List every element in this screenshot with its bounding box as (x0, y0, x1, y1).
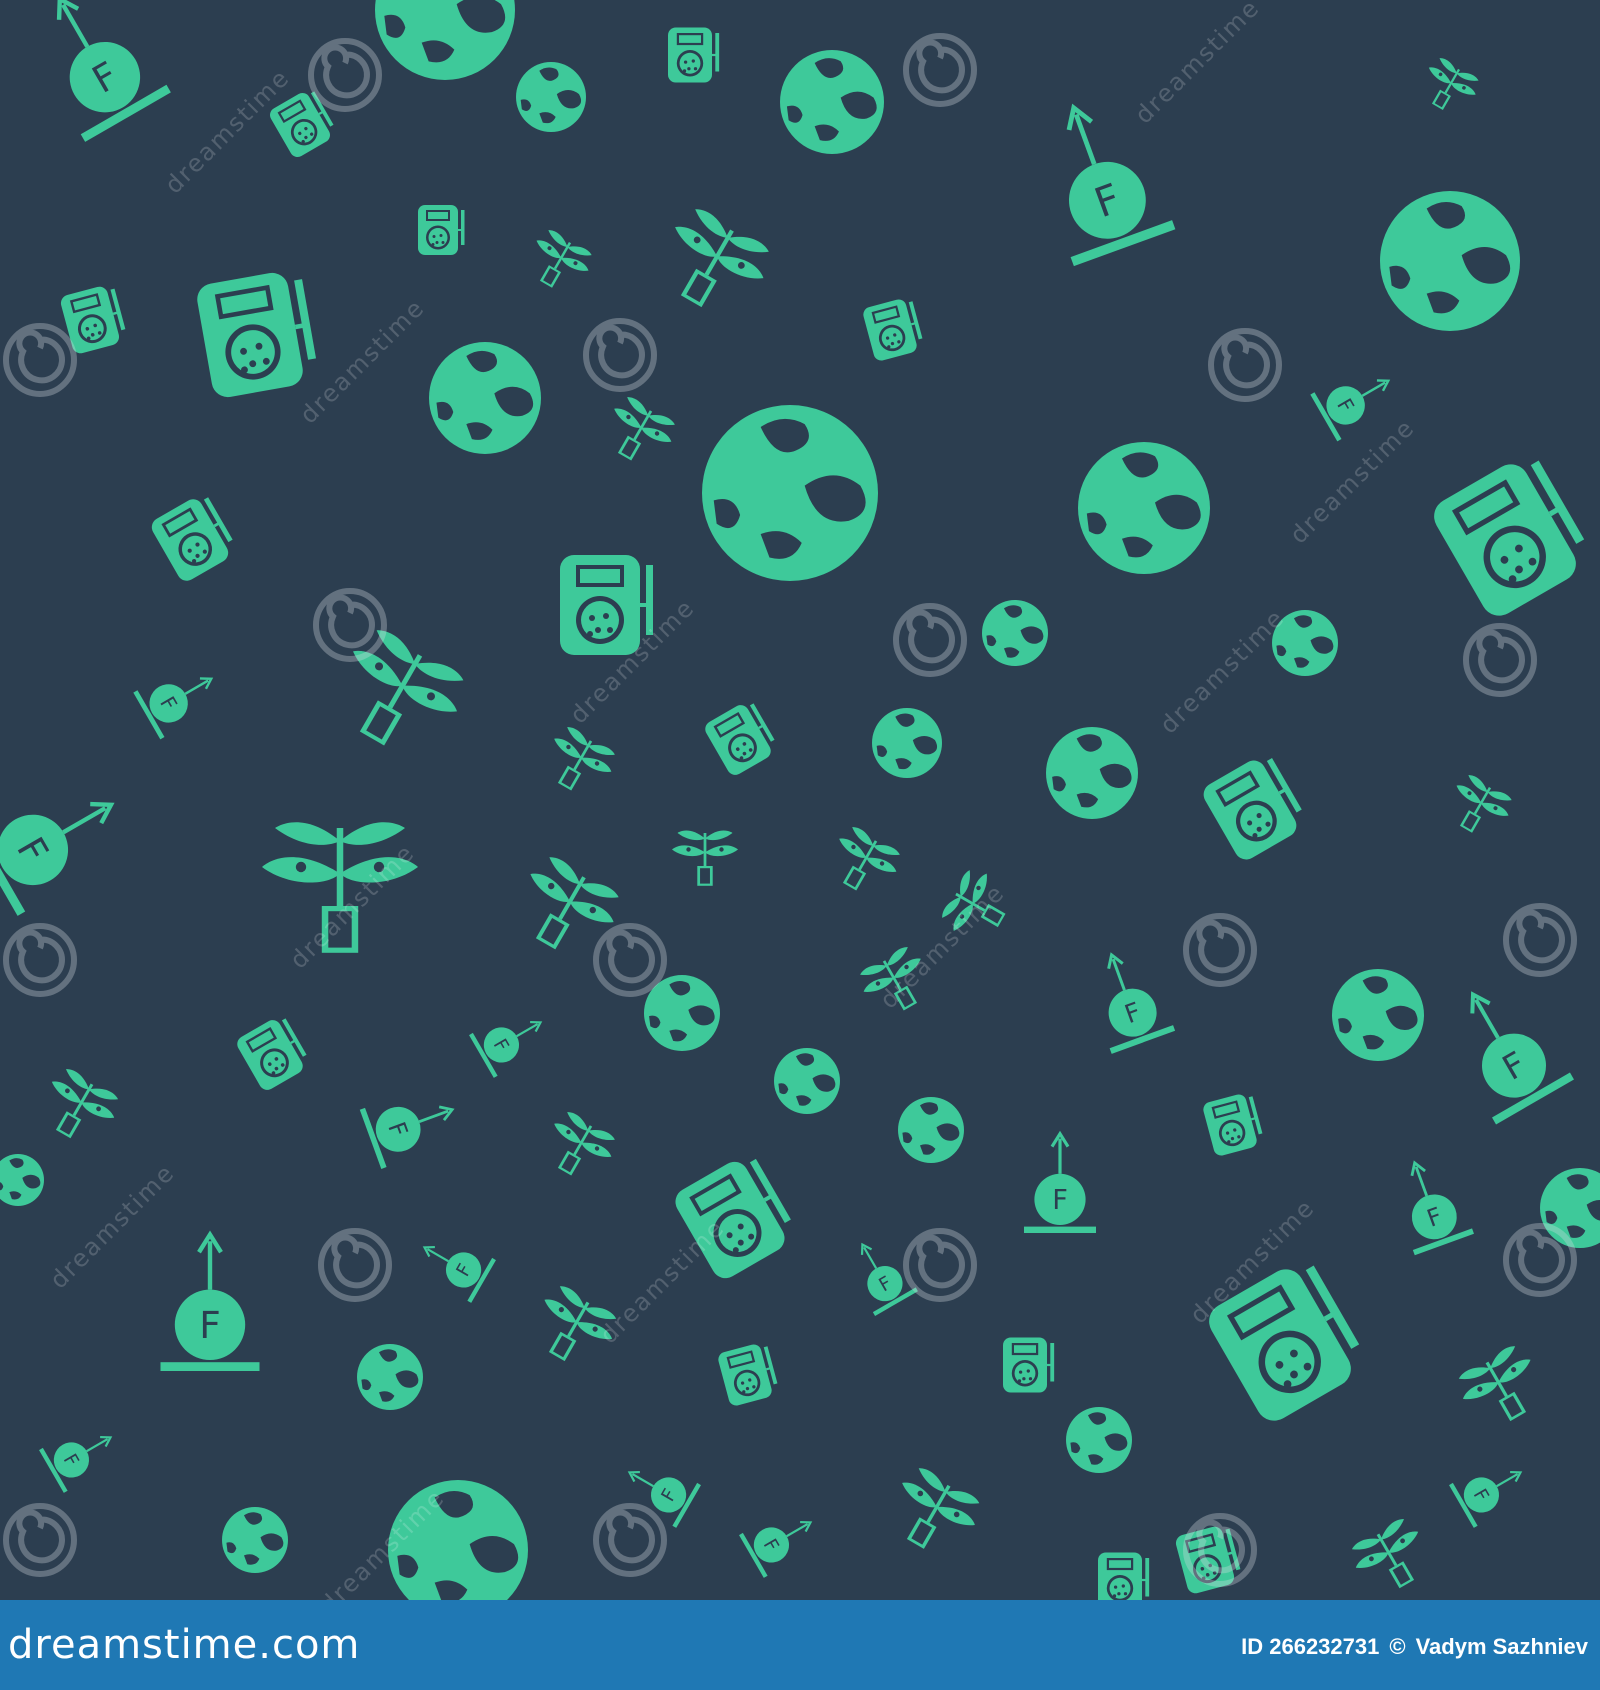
planet-globe-icon (1078, 442, 1210, 574)
dreamstime-spiral-logo (583, 318, 657, 392)
dreamstime-spiral-logo (593, 923, 667, 997)
seed-bag-icon (705, 703, 775, 775)
force-f-arrow-icon: F (422, 1245, 496, 1303)
seed-bag-icon (1003, 1337, 1055, 1393)
seed-bag-icon (863, 299, 923, 361)
seed-bag-icon (718, 1344, 778, 1406)
plant-sprout-icon (554, 1112, 615, 1176)
planet-globe-icon (1332, 969, 1424, 1061)
planet-globe-icon (375, 0, 515, 80)
plant-sprout-icon (51, 1069, 118, 1139)
icon-pattern: FFFFFFFFFFFFFFFFFFdreamstimedreamstimedr… (0, 0, 1600, 1600)
author-name[interactable]: Vadym Sazhniev (1416, 1634, 1588, 1660)
force-f-arrow-icon: F (359, 1105, 455, 1169)
dreamstime-spiral-logo (318, 1228, 392, 1302)
force-f-arrow-icon: F (133, 677, 214, 740)
image-id: ID 266232731 (1241, 1634, 1380, 1659)
dreamstime-spiral-logo (903, 33, 977, 107)
planet-globe-icon (429, 342, 541, 454)
planet-globe-icon (774, 1048, 840, 1114)
seed-bag-icon (668, 27, 720, 83)
planet-globe-icon (982, 600, 1048, 666)
watermark-text: dreamstime (594, 1213, 730, 1349)
dreamstime-spiral-logo (1503, 1223, 1577, 1297)
force-f-arrow-icon: F (739, 1520, 813, 1578)
watermark-text: dreamstime (1154, 603, 1290, 739)
dreamstime-spiral-logo (1463, 623, 1537, 697)
force-f-arrow-icon: F (1024, 1130, 1096, 1233)
force-f-arrow-icon: F (0, 801, 115, 916)
dreamstime-spiral-logo (3, 1503, 77, 1577)
footer-brand[interactable]: dreamstime.com (8, 1622, 360, 1668)
dreamstime-spiral-logo (308, 38, 382, 112)
svg-text:F: F (1052, 1185, 1068, 1216)
plant-sprout-icon (672, 830, 738, 886)
plant-sprout-icon (554, 727, 615, 791)
seamless-pattern-canvas: F F F F F F F F F F F F F F F F F Fdreamstime dreamstime dr… (0, 0, 1600, 1600)
seed-bag-icon (237, 1018, 307, 1090)
footer-bar: dreamstime.com ID 266232731 © Vadym Sazh… (0, 1600, 1600, 1690)
dreamstime-spiral-logo (313, 588, 387, 662)
dreamstime-spiral-logo (3, 923, 77, 997)
copyright-icon: © (1389, 1634, 1406, 1659)
dreamstime-spiral-logo (1208, 328, 1282, 402)
plant-sprout-icon (675, 209, 769, 308)
plant-sprout-icon (902, 1468, 980, 1549)
planet-globe-icon (872, 708, 942, 778)
plant-sprout-icon (614, 397, 675, 461)
dreamstime-spiral-logo (593, 1503, 667, 1577)
watermark-text: dreamstime (874, 878, 1010, 1014)
planet-globe-icon (1046, 727, 1138, 819)
seed-bag-icon (197, 272, 317, 398)
planet-globe-icon (702, 405, 878, 581)
plant-sprout-icon (1458, 1346, 1531, 1422)
footer-credit: ID 266232731 © Vadym Sazhniev (1241, 1634, 1588, 1660)
watermark-text: dreamstime (1284, 413, 1420, 549)
watermark-text: dreamstime (294, 293, 430, 429)
seed-bag-icon (1203, 758, 1302, 860)
planet-globe-icon (357, 1344, 423, 1410)
planet-globe-icon (898, 1097, 964, 1163)
seed-bag-icon (418, 205, 465, 255)
planet-globe-icon (1380, 191, 1520, 331)
planet-globe-icon (1066, 1407, 1132, 1473)
force-f-arrow-icon: F (1410, 1160, 1474, 1256)
force-f-arrow-icon: F (1107, 952, 1176, 1054)
watermark-text: dreamstime (1129, 0, 1265, 129)
dreamstime-spiral-logo (903, 1228, 977, 1302)
dreamstime-spiral-logo (1503, 903, 1577, 977)
seed-bag-icon (151, 497, 233, 581)
dreamstime-spiral-logo (3, 323, 77, 397)
force-f-arrow-icon: F (160, 1230, 260, 1371)
plant-sprout-icon (1352, 1519, 1419, 1589)
seed-bag-icon (1098, 1552, 1150, 1600)
plant-sprout-icon (1428, 58, 1479, 110)
plant-sprout-icon (536, 230, 592, 288)
watermark-text: dreamstime (44, 1158, 180, 1294)
plant-sprout-icon (1456, 775, 1512, 833)
force-f-arrow-icon: F (56, 0, 171, 142)
planet-globe-icon (1540, 1168, 1600, 1248)
force-f-arrow-icon: F (39, 1435, 113, 1493)
force-f-arrow-icon: F (469, 1020, 543, 1078)
planet-globe-icon (222, 1507, 288, 1573)
planet-globe-icon (516, 62, 586, 132)
force-f-arrow-icon: F (1449, 1470, 1523, 1528)
force-f-arrow-icon: F (1470, 991, 1574, 1125)
dreamstime-spiral-logo (1183, 913, 1257, 987)
planet-globe-icon (780, 50, 884, 154)
seed-bag-icon (1434, 460, 1585, 616)
svg-text:F: F (199, 1303, 221, 1347)
seed-bag-icon (1203, 1094, 1263, 1156)
plant-sprout-icon (839, 827, 900, 891)
dreamstime-spiral-logo (893, 603, 967, 677)
watermark-text: dreamstime (159, 63, 295, 199)
planet-globe-icon (0, 1154, 44, 1206)
